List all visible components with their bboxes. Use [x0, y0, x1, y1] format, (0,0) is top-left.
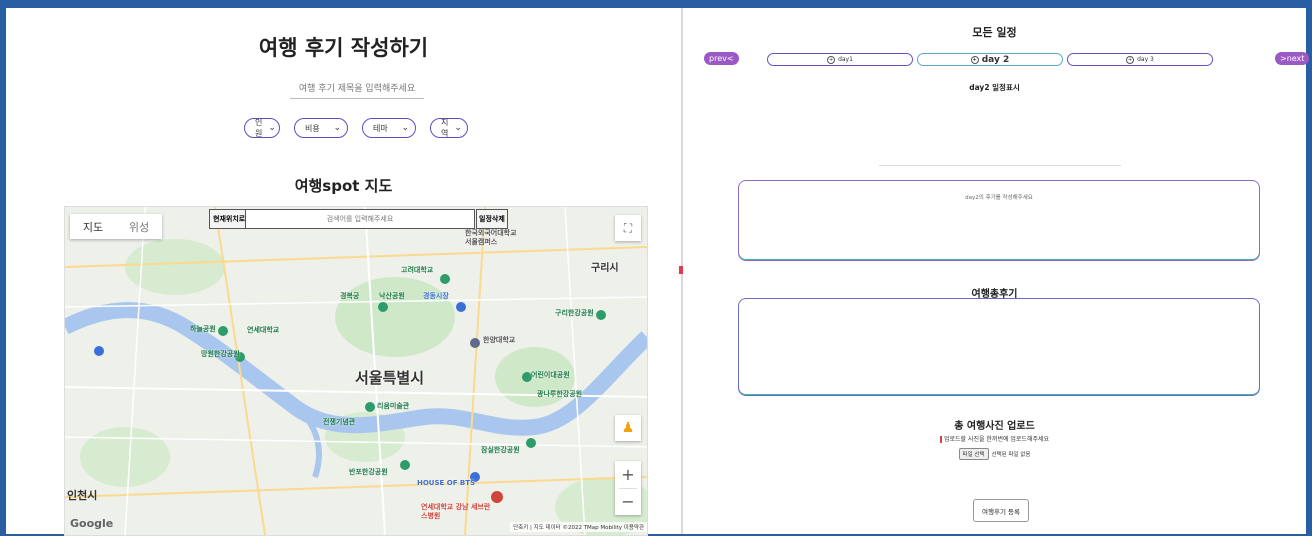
poi-label[interactable]: 낙산공원 — [379, 291, 405, 301]
filter-people[interactable]: 인원 ⌄ — [244, 118, 280, 138]
plus-circle-icon: + — [827, 55, 836, 64]
city-label-seoul: 서울특별시 — [355, 369, 425, 387]
next-day-button[interactable]: >next — [1275, 52, 1310, 65]
poi-label[interactable]: 고려대학교 — [401, 265, 433, 275]
poi-label[interactable]: 한양대학교 — [483, 335, 515, 345]
app-window: 여행 후기 작성하기 인원 ⌄ 비용 ⌄ 테마 ⌄ 지역 ⌄ 여행spot 지도 — [6, 8, 1310, 536]
city-label-guri: 구리시 — [591, 263, 619, 274]
zoom-control: + − — [615, 461, 641, 515]
day-tab-label: day 2 — [981, 54, 1010, 65]
filter-people-label: 인원 — [255, 118, 263, 138]
poi-label[interactable]: 연세대학교 강남 세브란스병원 — [421, 503, 491, 521]
poi-label[interactable]: 한국외국어대학교 서울캠퍼스 — [465, 229, 525, 247]
filter-theme[interactable]: 테마 ⌄ — [362, 118, 416, 138]
choose-file-button[interactable]: 파일 선택 — [958, 448, 989, 460]
map-type-map-button[interactable]: 지도 — [70, 214, 116, 239]
city-label-incheon: 인천시 — [67, 489, 98, 502]
photo-upload-hint: 업로드할 사진을 한꺼번에 업로드해주세요 — [683, 434, 1306, 443]
fullscreen-icon[interactable]: ⛶ — [615, 215, 641, 241]
submit-review-button[interactable]: 여행후기 등록 — [973, 499, 1029, 522]
schedule-review-pane: 모든 일정 prev< + day1 + day 2 + day 3 >next da… — [683, 8, 1310, 534]
photo-upload-title: 총 여행사진 업로드 — [954, 421, 1035, 432]
delete-schedule-button[interactable]: 일정삭제 — [476, 209, 508, 229]
review-title-input[interactable] — [290, 80, 424, 99]
chevron-down-icon: ⌄ — [454, 123, 462, 133]
filter-region[interactable]: 지역 ⌄ — [430, 118, 468, 138]
poi-label[interactable]: 리움미술관 — [377, 401, 409, 411]
zoom-out-icon[interactable]: − — [615, 489, 641, 516]
filter-cost[interactable]: 비용 ⌄ — [294, 118, 348, 138]
map-type-toggle: 지도 위성 — [70, 214, 162, 239]
chevron-down-icon: ⌄ — [333, 123, 341, 133]
day-tab-label: day 3 — [1137, 56, 1154, 63]
map-attribution[interactable]: 단축키 | 지도 데이터 ©2022 TMap Mobility 이용약관 — [510, 522, 647, 532]
zoom-in-icon[interactable]: + — [615, 461, 641, 488]
day-tab-3[interactable]: + day 3 — [1067, 53, 1213, 66]
poi-label[interactable]: 연세대학교 — [247, 325, 279, 335]
map-search-input[interactable] — [245, 209, 475, 229]
filter-theme-label: 테마 — [373, 123, 388, 133]
file-input-row: 파일 선택 선택된 파일 없음 — [683, 448, 1306, 460]
map-title: 여행spot 지도 — [294, 177, 393, 195]
file-status: 선택된 파일 없음 — [991, 452, 1031, 458]
chevron-down-icon: ⌄ — [268, 123, 276, 133]
map-type-satellite-button[interactable]: 위성 — [116, 214, 162, 239]
poi-label[interactable]: 경복궁 — [340, 291, 359, 301]
poi-label[interactable]: 전쟁기념관 — [323, 417, 355, 427]
current-location-button[interactable]: 현재위치로 — [209, 209, 250, 229]
poi-label[interactable]: 하늘공원 — [190, 324, 216, 334]
plus-circle-icon: + — [1126, 55, 1135, 64]
street-view-pegman-icon[interactable]: ♟ — [615, 415, 641, 441]
day-schedule-label: day2 일정표시 — [969, 83, 1020, 92]
travel-spot-map[interactable]: 경복궁 낙산공원 고려대학교 경동시장 연세대학교 하늘공원 망원한강공원 구리… — [64, 206, 648, 536]
filter-region-label: 지역 — [441, 118, 449, 138]
poi-label[interactable]: 잠실한강공원 — [481, 445, 520, 455]
poi-label[interactable]: 광나루한강공원 — [537, 389, 582, 399]
poi-label[interactable]: 구리한강공원 — [555, 308, 594, 318]
all-schedule-title: 모든 일정 — [972, 26, 1017, 39]
day-review-placeholder: day2의 후기를 작성해주세요 — [965, 195, 1033, 201]
poi-label[interactable]: 반포한강공원 — [349, 467, 388, 477]
filter-cost-label: 비용 — [305, 123, 320, 133]
review-writing-pane: 여행 후기 작성하기 인원 ⌄ 비용 ⌄ 테마 ⌄ 지역 ⌄ 여행spot 지도 — [6, 8, 681, 536]
total-review-textarea[interactable] — [738, 298, 1260, 396]
filter-row: 인원 ⌄ 비용 ⌄ 테마 ⌄ 지역 ⌄ — [244, 118, 468, 138]
day-tab-label: day1 — [838, 56, 853, 63]
poi-label[interactable]: HOUSE OF BTS — [417, 479, 475, 487]
poi-label[interactable]: 경동시장 — [423, 291, 449, 301]
day-tab-1[interactable]: + day1 — [767, 53, 913, 66]
divider-line — [879, 165, 1121, 166]
accent-bar — [939, 436, 942, 443]
chevron-down-icon: ⌄ — [401, 123, 409, 133]
google-logo: Google — [70, 517, 114, 530]
poi-label[interactable]: 망원한강공원 — [201, 349, 240, 359]
page-title: 여행 후기 작성하기 — [258, 36, 429, 60]
day-review-textarea[interactable]: day2의 후기를 작성해주세요 — [738, 180, 1260, 261]
plus-circle-icon: + — [970, 55, 979, 64]
photo-upload-hint-text: 업로드할 사진을 한꺼번에 업로드해주세요 — [943, 436, 1050, 443]
poi-label[interactable]: 어린이대공원 — [531, 370, 570, 380]
day-tab-2[interactable]: + day 2 — [917, 53, 1063, 66]
prev-day-button[interactable]: prev< — [704, 52, 739, 65]
